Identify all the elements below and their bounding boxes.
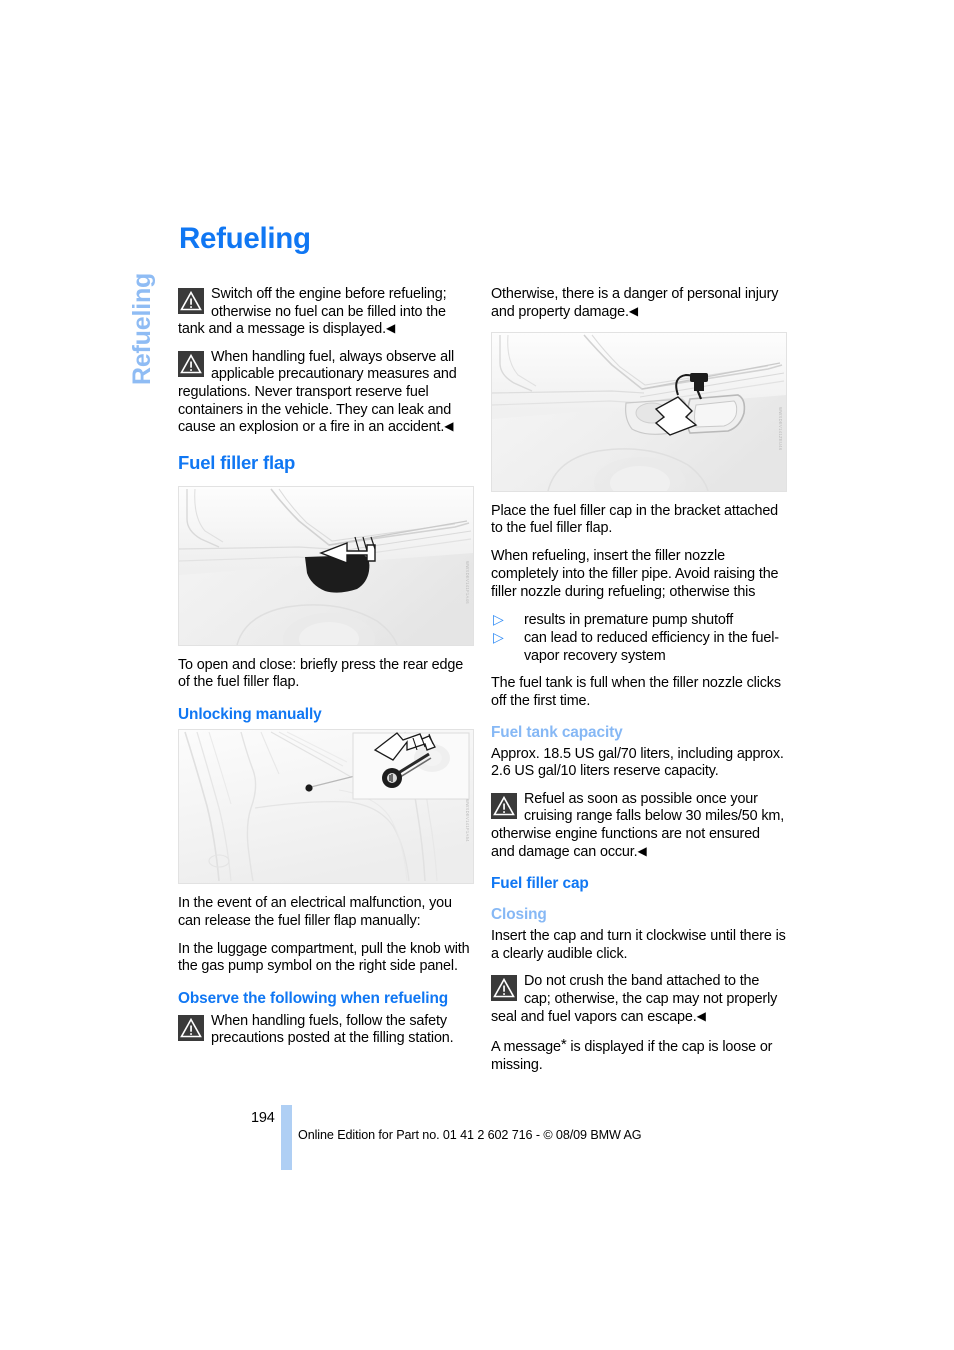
triangle-bullet-icon: ▷ [493,629,504,646]
footer-accent-bar [281,1105,292,1170]
fuel-cap-bracket-illustration [492,332,786,491]
warning-triangle-icon [178,1014,204,1041]
figure-2-para-1: In the event of an electrical malfunctio… [178,894,452,929]
page-number: 194 [251,1110,275,1126]
end-marker: ◀ [637,843,647,858]
triangle-bullet-icon: ▷ [493,610,504,627]
figure-credit: WWXDEV141F1A46 [465,560,470,604]
warning-note-3: When handling fuels, follow the safety p… [178,1013,474,1048]
figure-fuel-filler-flap: WWXDEV141F1A46 [178,485,474,646]
list-item-label: results in premature pump shutoff [524,611,734,628]
right-column: Otherwise, there is a danger of personal… [491,286,787,1085]
fuel-tank-capacity-text: Approx. 18.5 US gal/70 liters, including… [491,745,784,780]
continuation-paragraph: Otherwise, there is a danger of personal… [491,286,787,321]
sub-heading-observe-when-refueling: Observe the following when refueling [178,989,449,1007]
side-tab-label: Refueling [128,272,156,385]
list-item: ▷ results in premature pump shutoff [491,610,787,630]
figure-credit: WWXDEV141ZEU46 [778,406,783,451]
warning-note-3-text: When handling fuels, follow the safety p… [211,1012,454,1047]
warning-triangle-icon [178,288,204,314]
figure-2-para-2: In the luggage compartment, pull the kno… [178,940,470,975]
warning-note-2-text: When handling fuel, always observe all a… [178,348,457,436]
fuel-filler-flap-illustration [179,486,473,645]
message-text-before: A message [491,1039,561,1056]
sub-heading-fuel-tank-capacity: Fuel tank capacity [491,723,623,741]
figure-fuel-filler-cap-bracket: WWXDEV141ZEU46 [491,331,787,492]
figure-credit: WWXDEV141F1A54 [465,798,470,842]
side-tab: Refueling [118,215,166,385]
figure-unlocking-manually: WWXDEV141F1A54 [178,728,474,884]
closing-text: Insert the cap and turn it clockwise unt… [491,928,786,962]
cap-message-paragraph: A message* is displayed if the cap is lo… [491,1036,787,1074]
warning-note-2: When handling fuel, always observe all a… [178,349,474,437]
warning-triangle-icon [491,975,517,1002]
warning-note-1-text: Switch off the engine before refueling; … [178,286,447,338]
refueling-bullet-list: ▷ results in premature pump shutoff ▷ ca… [491,610,787,666]
footer-copyright: Online Edition for Part no. 01 41 2 602 … [298,1128,642,1142]
warning-triangle-icon [178,350,204,377]
luggage-compartment-knob-illustration [179,729,473,883]
right-para-3: The fuel tank is full when the filler no… [491,675,781,710]
sub-heading-unlocking-manually: Unlocking manually [178,705,322,723]
list-item-label: can lead to reduced efficiency in the fu… [524,630,779,664]
warning-note-1: Switch off the engine before refueling; … [178,286,474,339]
warning-triangle-icon [491,792,517,819]
section-heading-fuel-filler-cap: Fuel filler cap [491,875,589,893]
sub-heading-closing: Closing [491,906,547,924]
right-para-1: Place the fuel filler cap in the bracket… [491,502,779,537]
warning-note-4: Refuel as soon as possible once your cru… [491,791,787,861]
manual-page: Refueling Refueling Switch off the engin… [0,0,954,1350]
warning-note-5: Do not crush the band attached to the ca… [491,973,787,1026]
page-title: Refueling [179,222,311,255]
end-marker: ◀ [628,303,639,318]
section-heading-fuel-filler-flap: Fuel filler flap [178,451,296,473]
warning-note-5-text: Do not crush the band attached to the ca… [491,973,778,1025]
left-column: Switch off the engine before refueling; … [178,286,474,1058]
figure-1-caption: To open and close: briefly press the rea… [178,656,464,691]
end-marker: ◀ [696,1008,706,1023]
end-marker: ◀ [444,419,454,434]
end-marker: ◀ [386,321,396,336]
list-item: ▷ can lead to reduced efficiency in the … [491,629,787,665]
right-para-2: When refueling, insert the filler nozzle… [491,548,779,600]
